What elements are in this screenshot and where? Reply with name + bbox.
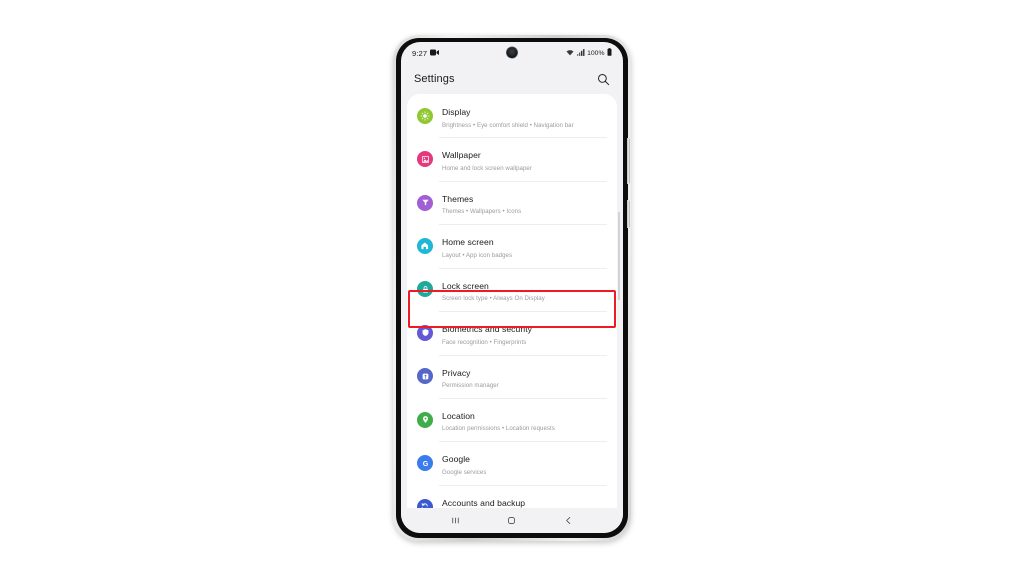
status-bar-left: 9:27 bbox=[412, 49, 439, 58]
list-item-title: Lock screen bbox=[442, 281, 489, 291]
list-item-subtitle: Face recognition • Fingerprints bbox=[442, 339, 532, 347]
list-item-title: Themes bbox=[442, 194, 473, 204]
phone-screen: 9:27 bbox=[401, 42, 623, 533]
list-item-home-screen[interactable]: Home screen Layout • App icon badges bbox=[407, 224, 617, 267]
list-item-title: Wallpaper bbox=[442, 150, 481, 160]
list-item-title: Accounts and backup bbox=[442, 498, 525, 508]
wifi-icon bbox=[566, 49, 574, 58]
lock-screen-icon bbox=[417, 281, 433, 297]
location-icon bbox=[417, 412, 433, 428]
list-item-subtitle: Layout • App icon badges bbox=[442, 252, 512, 260]
screenshot-canvas: 9:27 bbox=[0, 0, 1024, 576]
list-item-title: Location bbox=[442, 411, 475, 421]
home-icon[interactable] bbox=[502, 511, 522, 531]
status-bar: 9:27 bbox=[401, 42, 623, 64]
list-item-subtitle: Permission manager bbox=[442, 382, 499, 390]
list-item-subtitle: Home and lock screen wallpaper bbox=[442, 165, 532, 173]
google-icon: G bbox=[417, 455, 433, 471]
wallpaper-icon bbox=[417, 151, 433, 167]
privacy-icon bbox=[417, 368, 433, 384]
list-item-lock-screen[interactable]: Lock screen Screen lock type • Always On… bbox=[407, 268, 617, 311]
svg-text:G: G bbox=[422, 460, 428, 468]
list-item-themes[interactable]: Themes Themes • Wallpapers • Icons bbox=[407, 181, 617, 224]
search-icon[interactable] bbox=[595, 71, 611, 87]
app-bar: Settings bbox=[401, 64, 623, 94]
list-item-display[interactable]: Display Brightness • Eye comfort shield … bbox=[407, 94, 617, 137]
home-screen-icon bbox=[417, 238, 433, 254]
settings-scroll-area[interactable]: Display Brightness • Eye comfort shield … bbox=[401, 94, 623, 508]
settings-group-1: Display Brightness • Eye comfort shield … bbox=[407, 94, 617, 508]
list-item-subtitle: Google services bbox=[442, 469, 486, 477]
phone-bezel: 9:27 bbox=[396, 38, 628, 538]
navigation-bar bbox=[401, 508, 623, 533]
list-item-title: Privacy bbox=[442, 368, 471, 378]
list-item-subtitle: Brightness • Eye comfort shield • Naviga… bbox=[442, 122, 574, 130]
battery-full-icon bbox=[607, 48, 612, 58]
list-item-title: Display bbox=[442, 107, 471, 117]
list-item-wallpaper[interactable]: Wallpaper Home and lock screen wallpaper bbox=[407, 137, 617, 180]
power-button[interactable] bbox=[627, 200, 630, 228]
phone-device-frame: 9:27 bbox=[393, 35, 631, 541]
scrollbar[interactable] bbox=[618, 212, 620, 300]
list-item-google[interactable]: G Google Google services bbox=[407, 441, 617, 484]
accounts-backup-icon bbox=[417, 499, 433, 509]
list-item-subtitle: Location permissions • Location requests bbox=[442, 425, 555, 433]
back-icon[interactable] bbox=[559, 511, 579, 531]
list-item-title: Google bbox=[442, 454, 470, 464]
volume-button[interactable] bbox=[627, 138, 630, 184]
status-bar-right: 100% bbox=[566, 48, 612, 58]
list-item-accounts-and-backup[interactable]: Accounts and backup Manage accounts • Sm… bbox=[407, 485, 617, 508]
front-camera-punch-hole bbox=[507, 47, 518, 58]
list-item-title: Biometrics and security bbox=[442, 324, 532, 334]
page-title: Settings bbox=[414, 73, 455, 85]
display-icon bbox=[417, 108, 433, 124]
list-item-location[interactable]: Location Location permissions • Location… bbox=[407, 398, 617, 441]
cellular-signal-icon bbox=[577, 49, 585, 58]
list-item-privacy[interactable]: Privacy Permission manager bbox=[407, 355, 617, 398]
list-item-subtitle: Themes • Wallpapers • Icons bbox=[442, 208, 521, 216]
recent-apps-icon[interactable] bbox=[445, 511, 465, 531]
biometrics-security-icon bbox=[417, 325, 433, 341]
screen-record-icon bbox=[430, 49, 439, 58]
list-item-subtitle: Screen lock type • Always On Display bbox=[442, 295, 545, 303]
themes-icon bbox=[417, 195, 433, 211]
list-item-title: Home screen bbox=[442, 237, 494, 247]
battery-percent-label: 100% bbox=[587, 50, 604, 57]
list-item-biometrics-and-security[interactable]: Biometrics and security Face recognition… bbox=[407, 311, 617, 354]
status-clock: 9:27 bbox=[412, 49, 427, 58]
